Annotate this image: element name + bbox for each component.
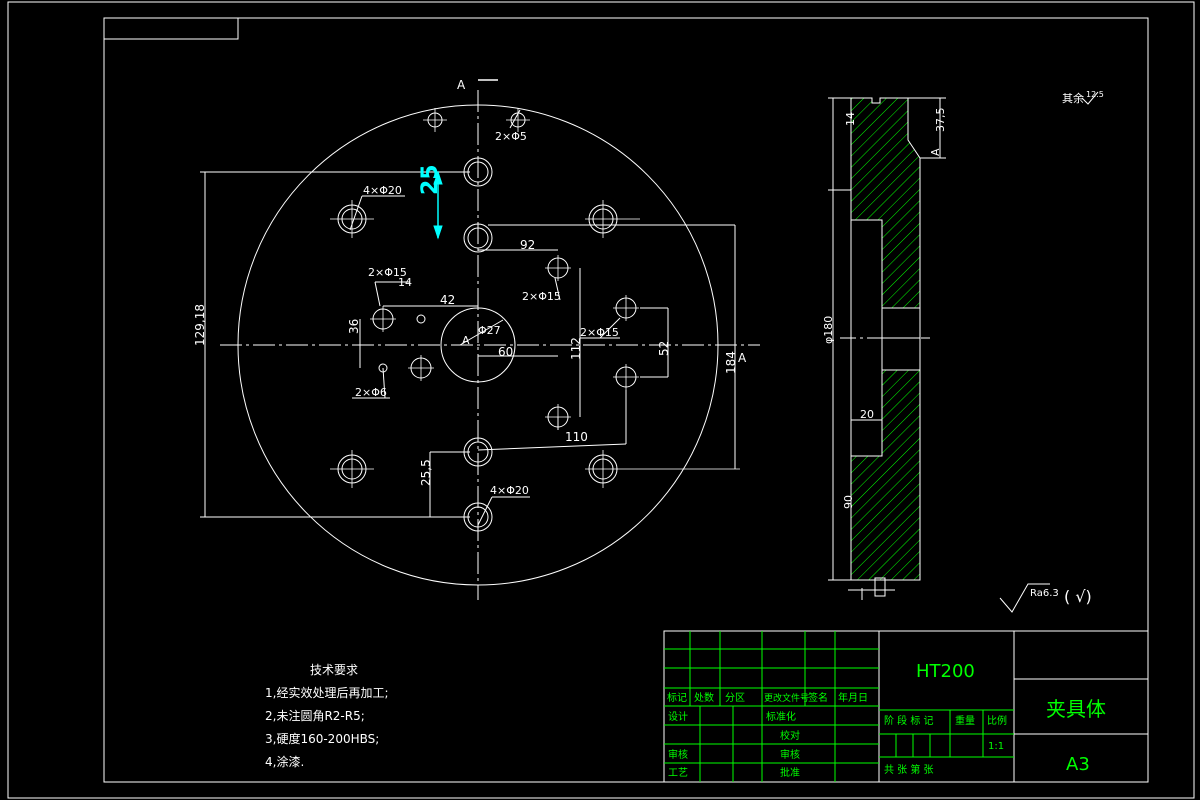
- craft-label: 工艺: [668, 767, 688, 779]
- hdr-zone: 分区: [725, 692, 745, 704]
- tech-item-1: 1,经实效处理后再加工;: [265, 685, 389, 700]
- scale-value: 1:1: [988, 741, 1004, 752]
- hdr-count: 处数: [694, 691, 714, 704]
- dim-110: 110: [565, 430, 588, 444]
- dim-14-side: 14: [844, 112, 857, 126]
- ra-value: Ra6.3: [1030, 588, 1059, 599]
- dim-92: 92: [520, 238, 535, 252]
- hdr-mark: 标记: [667, 692, 687, 704]
- tech-requirements: 技术要求 1,经实效处理后再加工; 2,未注圆角R2-R5; 3,硬度160-2…: [265, 663, 389, 769]
- stage-mark-label: 阶 段 标 记: [884, 714, 934, 727]
- rest-ra: 12.5: [1086, 90, 1104, 99]
- hdr-doc: 更改文件号: [764, 692, 809, 704]
- dim-37-5: 37,5: [934, 108, 947, 133]
- design-label: 设计: [668, 710, 688, 723]
- tech-item-2: 2,未注圆角R2-R5;: [265, 708, 365, 723]
- callout-4x20-top: 4×Φ20: [363, 184, 402, 197]
- front-view-labels: A A 25 92 42 14 36 60 112 52 184 110 25,…: [193, 78, 747, 497]
- section-mark-center: A: [462, 334, 470, 347]
- section-mark-right: A: [738, 351, 747, 365]
- dim-phi180: φ180: [822, 316, 835, 344]
- dim-42: 42: [440, 293, 455, 307]
- side-section-view: φ180 37,5 20 90 14 A: [822, 97, 947, 600]
- tech-item-4: 4,涂漆.: [265, 754, 304, 769]
- dim-112: 112: [569, 337, 583, 360]
- dim-129-18: 129,18: [193, 304, 207, 346]
- dim-184: 184: [724, 351, 738, 374]
- dim-25-5: 25,5: [419, 459, 433, 486]
- callout-2x5: 2×Φ5: [495, 130, 527, 143]
- standardize-label: 标准化: [766, 710, 796, 723]
- hdr-date: 年月日: [838, 691, 868, 704]
- material: HT200: [916, 661, 975, 682]
- dim-90: 90: [842, 495, 855, 509]
- dim-36: 36: [347, 319, 361, 334]
- rest-note: 其余: [1062, 91, 1084, 105]
- callout-4x20-bot: 4×Φ20: [490, 484, 529, 497]
- sheet-size: A3: [1066, 754, 1090, 775]
- surface-notes: 其余 12.5 Ra6.3 ( √): [999, 90, 1104, 613]
- part-name: 夹具体: [1046, 697, 1106, 721]
- front-view: [200, 79, 760, 600]
- ra-paren: ( √): [1064, 587, 1092, 606]
- section-mark-top: A: [457, 78, 466, 92]
- weight-label: 重量: [955, 714, 975, 727]
- dim-20: 20: [860, 408, 874, 421]
- title-block-grid: [664, 631, 1014, 782]
- scale-label: 比例: [987, 714, 1007, 727]
- callout-2x15-left: 2×Φ15: [368, 266, 407, 279]
- corner-box: [103, 17, 239, 40]
- dim-25: 25: [418, 164, 443, 195]
- approve-label: 批准: [780, 766, 800, 779]
- hdr-sign: 签名: [808, 691, 828, 704]
- proof-label: 校对: [780, 729, 800, 742]
- tech-item-3: 3,硬度160-200HBS;: [265, 731, 379, 746]
- callout-2x6: 2×Φ6: [355, 386, 387, 399]
- dim-60: 60: [498, 345, 513, 359]
- sheets-text: 共 张 第 张: [884, 763, 934, 776]
- callout-2x15-mid: 2×Φ15: [522, 290, 561, 303]
- cad-drawing: A A 25 92 42 14 36 60 112 52 184 110 25,…: [7, 1, 1195, 799]
- check-label: 审核: [668, 748, 688, 761]
- callout-2x15-right: 2×Φ15: [580, 326, 619, 339]
- audit-label: 审核: [780, 748, 800, 761]
- callout-27: Φ27: [478, 324, 501, 337]
- tech-title: 技术要求: [310, 663, 358, 677]
- dim-52: 52: [657, 341, 671, 356]
- section-mark-side: A: [929, 148, 942, 156]
